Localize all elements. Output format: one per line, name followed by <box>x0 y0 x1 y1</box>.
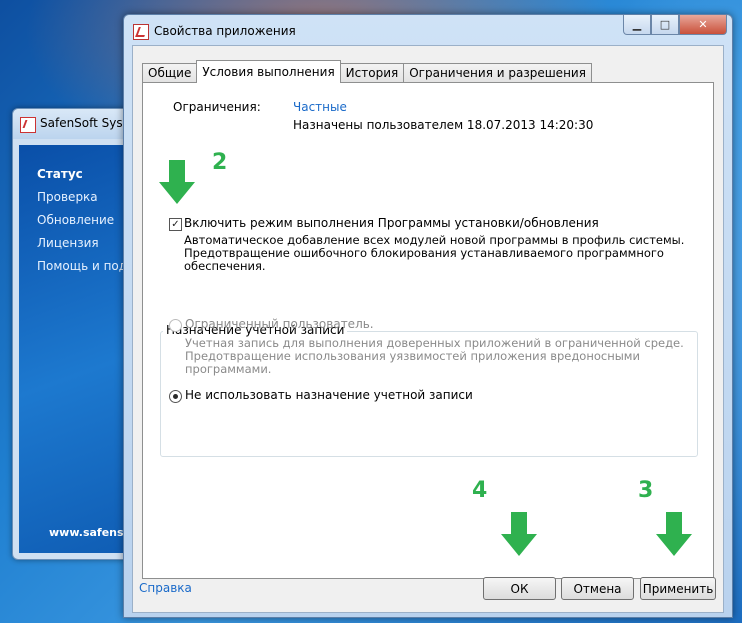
limited-user-description: Учетная запись для выполнения доверенных… <box>185 337 684 376</box>
down-arrow-icon <box>501 512 537 556</box>
no-account-assignment-label[interactable]: Не использовать назначение учетной запис… <box>185 388 473 402</box>
cancel-button[interactable]: Отмена <box>561 577 634 600</box>
install-mode-description: Автоматическое добавление всех модулей н… <box>184 234 684 273</box>
install-mode-desc-line: обеспечения. <box>184 259 266 273</box>
maximize-icon: □ <box>659 18 671 31</box>
minimize-icon: ▁ <box>632 18 642 31</box>
limited-user-desc-line: программами. <box>185 362 272 376</box>
tab-history[interactable]: История <box>339 63 405 83</box>
restrictions-value-link[interactable]: Частные <box>293 100 347 114</box>
dialog-title: Свойства приложения <box>154 24 296 38</box>
step-4-number: 4 <box>472 478 488 503</box>
close-icon: ✕ <box>698 18 708 31</box>
down-arrow-icon <box>159 160 195 204</box>
website-link[interactable]: www.safenso <box>49 526 131 539</box>
nav-item-status[interactable]: Статус <box>37 163 135 186</box>
nav-item-scan[interactable]: Проверка <box>37 186 135 209</box>
down-arrow-icon <box>656 512 692 556</box>
app-properties-dialog[interactable]: Свойства приложения ▁ □ ✕ Общие Условия … <box>123 14 733 618</box>
back-window-title: SafenSoft SysW <box>40 116 135 130</box>
window-controls: ▁ □ ✕ <box>623 15 727 35</box>
nav-item-help[interactable]: Помощь и подд <box>37 255 135 278</box>
install-mode-checkbox[interactable]: ✓ <box>169 218 182 231</box>
step-2-number: 2 <box>212 150 228 175</box>
nav-item-license[interactable]: Лицензия <box>37 232 135 255</box>
tab-execution-conditions[interactable]: Условия выполнения <box>196 60 341 83</box>
assigned-info: Назначены пользователем 18.07.2013 14:20… <box>293 118 594 132</box>
safensoft-logo-icon <box>20 117 36 133</box>
dialog-content: Общие Условия выполнения История Огранич… <box>132 45 724 613</box>
ok-button[interactable]: ОК <box>483 577 556 600</box>
step-3-number: 3 <box>638 478 654 503</box>
limited-user-radio[interactable] <box>169 319 182 332</box>
tab-bar: Общие Условия выполнения История Огранич… <box>142 60 592 83</box>
install-mode-label[interactable]: Включить режим выполнения Программы уста… <box>184 216 599 230</box>
nav-item-update[interactable]: Обновление <box>37 209 135 232</box>
help-link[interactable]: Справка <box>139 581 192 595</box>
minimize-button[interactable]: ▁ <box>623 15 651 35</box>
back-window-nav: Статус Проверка Обновление Лицензия Помо… <box>37 163 135 278</box>
no-account-assignment-radio[interactable] <box>169 390 182 403</box>
limited-user-label[interactable]: Ограниченный пользователь. <box>185 317 374 331</box>
tab-panel: Ограничения: Частные Назначены пользоват… <box>142 82 714 579</box>
app-icon <box>133 24 149 40</box>
maximize-button[interactable]: □ <box>651 15 679 35</box>
apply-button[interactable]: Применить <box>640 577 716 600</box>
tab-general[interactable]: Общие <box>142 63 198 83</box>
tab-restrictions-permissions[interactable]: Ограничения и разрешения <box>403 63 592 83</box>
restrictions-label: Ограничения: <box>173 100 261 114</box>
close-button[interactable]: ✕ <box>679 15 727 35</box>
